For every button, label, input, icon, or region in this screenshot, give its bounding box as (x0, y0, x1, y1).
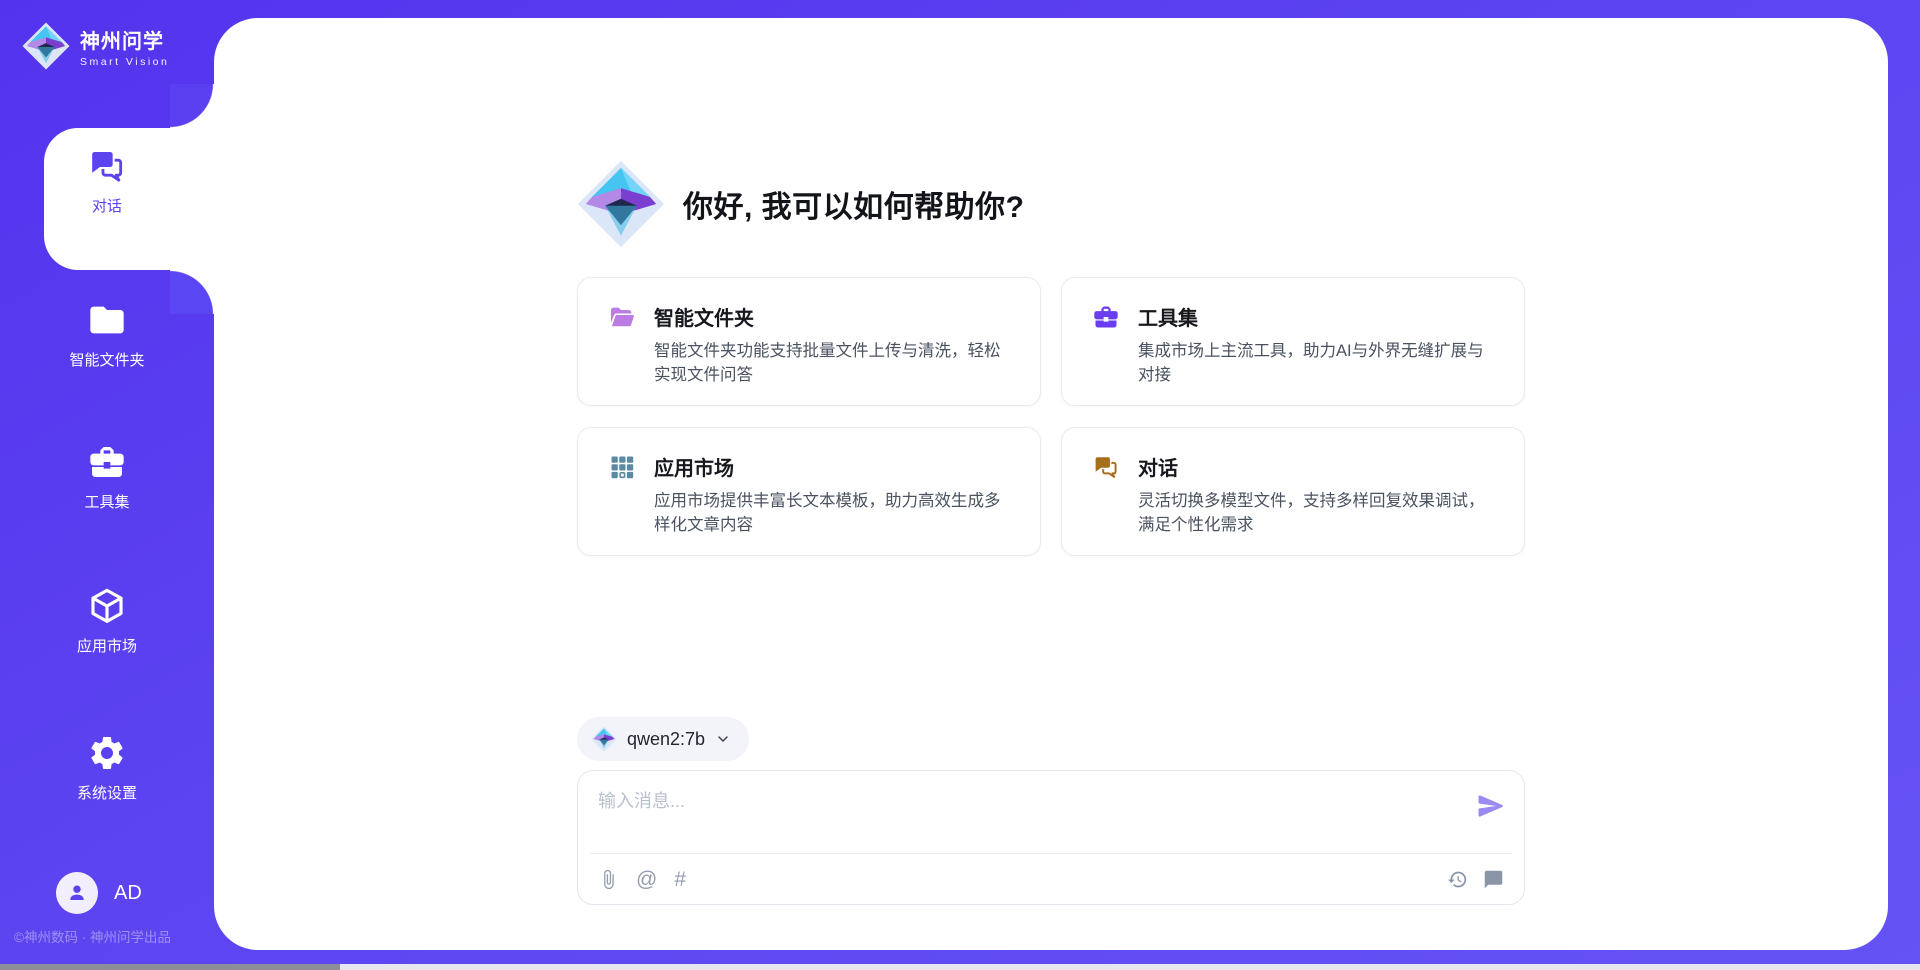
cube-icon (87, 586, 127, 626)
copyright-text: ©神州数码 · 神州问学出品 (14, 926, 171, 946)
chevron-down-icon (715, 731, 731, 747)
apps-grid-icon (608, 453, 636, 481)
sidebar-item-label: 应用市场 (77, 635, 137, 656)
card-app-market[interactable]: 应用市场 应用市场提供丰富长文本模板，助力高效生成多样化文章内容 (577, 427, 1041, 556)
brand-diamond-icon (22, 22, 70, 70)
hashtag-icon[interactable]: # (674, 869, 686, 890)
sidebar-item-label: 工具集 (84, 491, 129, 512)
sidebar: 神州问学 Smart Vision 对话 智能文件夹 工具集 (0, 0, 214, 970)
card-title: 工具集 (1138, 302, 1494, 331)
message-input[interactable] (578, 771, 1438, 849)
card-title: 对话 (1138, 452, 1494, 481)
app-logo: 神州问学 Smart Vision (22, 22, 169, 70)
sidebar-item-settings[interactable]: 系统设置 (0, 733, 214, 803)
user-initials: AD (114, 882, 142, 905)
card-description: 集成市场上主流工具，助力AI与外界无缝扩展与对接 (1138, 340, 1494, 388)
card-toolset[interactable]: 工具集 集成市场上主流工具，助力AI与外界无缝扩展与对接 (1061, 277, 1525, 406)
app-title: 神州问学 (80, 25, 169, 54)
greeting-block: 你好, 我可以如何帮助你? (577, 160, 1525, 248)
card-description: 应用市场提供丰富长文本模板，助力高效生成多样化文章内容 (654, 490, 1010, 538)
briefcase-icon (1092, 303, 1120, 331)
model-name: qwen2:7b (627, 729, 705, 750)
folder-open-icon (608, 303, 636, 331)
gear-icon (87, 733, 127, 773)
history-icon[interactable] (1447, 869, 1468, 890)
sidebar-item-smart-folder[interactable]: 智能文件夹 (0, 300, 214, 370)
briefcase-icon (87, 442, 127, 482)
sidebar-item-label: 智能文件夹 (69, 349, 144, 370)
chat-icon (87, 146, 127, 186)
scrollbar-thumb[interactable] (0, 964, 340, 970)
card-smart-folder[interactable]: 智能文件夹 智能文件夹功能支持批量文件上传与清洗，轻松实现文件问答 (577, 277, 1041, 406)
tab-curve-top (170, 84, 214, 128)
send-button[interactable] (1476, 791, 1506, 821)
avatar (56, 872, 98, 914)
message-composer: @ # (577, 770, 1525, 905)
brand-diamond-icon (591, 726, 617, 752)
main-panel: 你好, 我可以如何帮助你? 智能文件夹 智能文件夹功能支持批量文件上传与清洗，轻… (214, 18, 1888, 950)
card-chat[interactable]: 对话 灵活切换多模型文件，支持多样回复效果调试，满足个性化需求 (1061, 427, 1525, 556)
sidebar-item-label: 对话 (92, 195, 122, 216)
attachment-icon[interactable] (598, 869, 619, 890)
sidebar-item-label: 系统设置 (77, 782, 137, 803)
sidebar-item-toolset[interactable]: 工具集 (0, 442, 214, 512)
sidebar-item-chat[interactable]: 对话 (0, 146, 214, 216)
mention-icon[interactable]: @ (636, 869, 657, 890)
horizontal-scrollbar[interactable] (0, 964, 1920, 970)
sidebar-item-app-market[interactable]: 应用市场 (0, 586, 214, 656)
folder-icon (87, 300, 127, 340)
person-icon (65, 881, 89, 905)
composer-toolbar: @ # (578, 854, 1524, 904)
chat-square-icon[interactable] (1483, 869, 1504, 890)
card-title: 智能文件夹 (654, 302, 1010, 331)
model-selector[interactable]: qwen2:7b (577, 717, 749, 761)
card-title: 应用市场 (654, 452, 1010, 481)
card-description: 智能文件夹功能支持批量文件上传与清洗，轻松实现文件问答 (654, 340, 1010, 388)
card-description: 灵活切换多模型文件，支持多样回复效果调试，满足个性化需求 (1138, 490, 1494, 538)
chat-bubbles-icon (1092, 453, 1120, 481)
send-icon (1476, 791, 1506, 821)
app-subtitle: Smart Vision (80, 56, 169, 68)
feature-cards: 智能文件夹 智能文件夹功能支持批量文件上传与清洗，轻松实现文件问答 工具集 集成… (577, 277, 1525, 556)
brand-diamond-icon (577, 160, 665, 248)
user-profile[interactable]: AD (56, 872, 142, 914)
greeting-title: 你好, 我可以如何帮助你? (683, 182, 1025, 226)
